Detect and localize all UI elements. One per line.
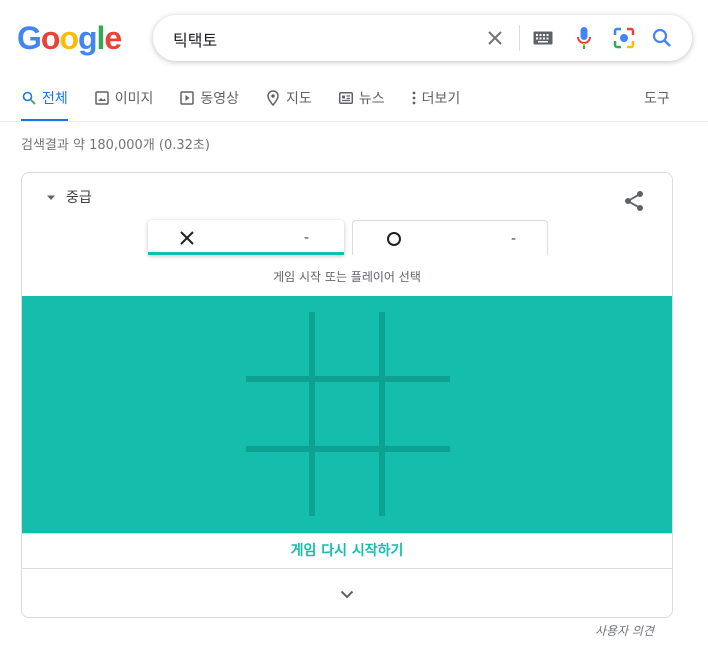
tab-all[interactable]: 전체: [21, 88, 68, 122]
logo-letter: e: [104, 20, 122, 56]
mic-icon[interactable]: [572, 26, 596, 50]
player-o-score: -: [511, 231, 517, 247]
board-cell[interactable]: [244, 381, 310, 447]
tab-label: 전체: [42, 91, 68, 107]
search-input[interactable]: 틱택토: [173, 27, 217, 51]
search-icon[interactable]: [650, 26, 674, 50]
tab-maps[interactable]: 지도: [265, 88, 312, 122]
share-icon[interactable]: [622, 189, 646, 213]
player-x-score: -: [304, 230, 310, 246]
chevron-down-icon[interactable]: [332, 583, 362, 605]
tab-label: 지도: [286, 91, 312, 107]
tabs-divider: [0, 121, 708, 122]
google-logo[interactable]: G o o g l e: [17, 20, 122, 57]
search-divider: [519, 25, 520, 51]
board-cell[interactable]: [314, 381, 380, 447]
board-cell[interactable]: [384, 451, 450, 517]
difficulty-label: 중급: [66, 190, 92, 206]
more-vert-icon: [411, 90, 417, 106]
restart-game-button[interactable]: 게임 다시 시작하기: [22, 533, 672, 569]
logo-letter: g: [77, 20, 98, 56]
logo-letter: l: [96, 20, 106, 56]
logo-letter: o: [59, 20, 79, 56]
board-cell[interactable]: [314, 311, 380, 377]
image-icon: [94, 90, 110, 106]
game-board: [22, 296, 672, 533]
search-box[interactable]: 틱택토: [153, 15, 692, 61]
board-cell[interactable]: [384, 311, 450, 377]
tab-label: 동영상: [200, 91, 240, 107]
board-cell[interactable]: [314, 451, 380, 517]
tab-videos[interactable]: 동영상: [179, 88, 239, 122]
o-mark-icon: [385, 230, 403, 248]
logo-letter: G: [17, 20, 42, 56]
feedback-link[interactable]: 사용자 의견: [595, 622, 654, 639]
tab-more[interactable]: 더보기: [411, 88, 461, 122]
player-o-selector[interactable]: -: [352, 220, 548, 255]
search-icon: [21, 90, 37, 106]
x-mark-icon: [178, 229, 196, 247]
tab-label: 이미지: [114, 91, 154, 107]
tools-button[interactable]: 도구: [644, 88, 670, 108]
map-pin-icon: [265, 90, 281, 106]
caret-down-icon: [46, 189, 56, 205]
play-icon: [179, 90, 195, 106]
tictactoe-card: 중급 - - 게임 시작 또는 플레이어 선택 게임 다시 시작하기: [21, 172, 673, 618]
game-prompt: 게임 시작 또는 플레이어 선택: [273, 270, 421, 284]
keyboard-icon[interactable]: [531, 26, 555, 50]
camera-lens-icon[interactable]: [612, 26, 636, 50]
news-icon: [338, 90, 354, 106]
search-tabs: 전체 이미지 동영상 지도 뉴스 더보기: [21, 88, 486, 122]
tab-news[interactable]: 뉴스: [338, 88, 385, 122]
tab-images[interactable]: 이미지: [94, 88, 154, 122]
board-cell[interactable]: [244, 451, 310, 517]
tab-label: 뉴스: [358, 91, 385, 107]
board-cell[interactable]: [244, 311, 310, 377]
difficulty-dropdown[interactable]: 중급: [46, 187, 92, 207]
player-x-selector[interactable]: -: [148, 220, 344, 255]
result-stats: 검색결과 약 180,000개 (0.32초): [21, 138, 210, 153]
tab-label: 더보기: [421, 91, 461, 107]
clear-icon[interactable]: [483, 26, 507, 50]
board-cell[interactable]: [384, 381, 450, 447]
logo-letter: o: [40, 20, 61, 56]
